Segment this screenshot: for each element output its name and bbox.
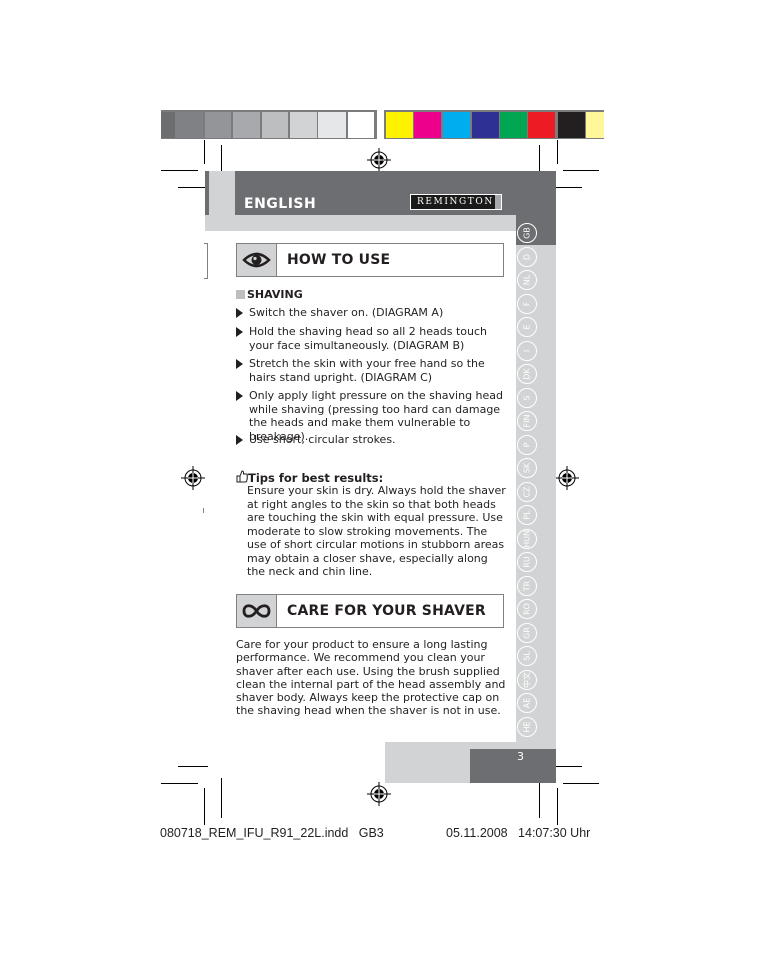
language-tab-cz[interactable]: CZ — [517, 481, 537, 502]
gray-swatch — [233, 112, 260, 138]
eye-icon — [242, 252, 271, 268]
language-tab-ro[interactable]: RO — [517, 599, 537, 619]
left-edge-strip — [205, 171, 209, 216]
gray-swatch — [175, 112, 203, 138]
care-header: CARE FOR YOUR SHAVER — [236, 594, 504, 628]
language-tab-sl[interactable]: SL — [517, 646, 537, 666]
language-tab-f[interactable]: F — [517, 293, 537, 314]
color-swatch — [528, 112, 555, 138]
language-heading: ENGLISH — [244, 196, 317, 212]
language-tab-s[interactable]: S — [517, 387, 537, 408]
language-tab-cn[interactable]: 中文 — [517, 669, 537, 690]
square-bullet-icon — [236, 290, 245, 299]
language-tab-gb[interactable]: GB — [517, 223, 537, 243]
language-tab-d[interactable]: D — [517, 246, 537, 267]
language-tab-nl[interactable]: NL — [517, 270, 537, 290]
tips-heading: Tips for best results: — [236, 470, 383, 485]
triangle-bullet-icon — [236, 391, 243, 401]
triangle-bullet-icon — [236, 359, 243, 369]
care-title: CARE FOR YOUR SHAVER — [287, 603, 486, 619]
page-number-panel — [470, 749, 556, 783]
registration-mark-icon — [181, 466, 205, 490]
language-tab-pl[interactable]: PL — [517, 505, 537, 525]
language-tab-ae[interactable]: AE — [517, 693, 537, 713]
language-tab-e[interactable]: E — [517, 317, 537, 337]
color-swatch — [586, 112, 604, 138]
language-tab-tr[interactable]: TR — [517, 575, 537, 596]
how-to-use-title: HOW TO USE — [287, 252, 391, 268]
triangle-bullet-icon — [236, 327, 243, 337]
brand-name: REMINGTON — [417, 197, 494, 207]
page-number: 3 — [517, 750, 524, 763]
language-tab-fin[interactable]: FIN — [517, 411, 537, 431]
language-tab-i[interactable]: I — [517, 340, 537, 361]
language-tab-dk[interactable]: DK — [517, 364, 537, 384]
how-to-use-header: HOW TO USE — [236, 243, 504, 277]
header-underband — [205, 215, 517, 231]
language-tab-p[interactable]: P — [517, 434, 537, 455]
registration-mark-icon — [367, 148, 391, 172]
color-swatch — [472, 112, 499, 138]
gray-swatch — [262, 112, 288, 138]
language-tab-he[interactable]: HE — [517, 716, 537, 737]
color-swatch — [386, 112, 413, 138]
care-body: Care for your product to ensure a long l… — [236, 638, 506, 718]
gray-swatch — [348, 112, 374, 138]
color-swatch — [414, 112, 441, 138]
color-swatch — [500, 112, 527, 138]
print-slug-file: 080718_REM_IFU_R91_22L.indd GB3 — [160, 826, 384, 840]
shaving-subheading: SHAVING — [236, 288, 303, 301]
gray-swatch — [161, 112, 175, 138]
color-swatch — [443, 112, 470, 138]
language-tab-gr[interactable]: GR — [517, 622, 537, 643]
gray-swatch — [318, 112, 346, 138]
thumbs-up-icon — [236, 470, 248, 483]
gray-swatch — [290, 112, 317, 138]
language-tab-sk[interactable]: SK — [517, 458, 537, 478]
registration-mark-icon — [367, 782, 391, 806]
gray-swatch — [205, 112, 231, 138]
print-slug-datetime: 05.11.2008 14:07:30 Uhr — [446, 826, 591, 840]
language-tab-ru[interactable]: RU — [517, 552, 537, 572]
triangle-bullet-icon — [236, 435, 243, 445]
brand-logo: REMINGTON — [410, 194, 502, 210]
language-tab-hun[interactable]: HUN — [517, 528, 537, 549]
color-swatch — [558, 112, 585, 138]
registration-mark-icon — [555, 466, 579, 490]
stray-mark — [203, 508, 204, 513]
left-bracket — [204, 243, 208, 279]
tips-body: Ensure your skin is dry. Always hold the… — [247, 484, 506, 578]
triangle-bullet-icon — [236, 308, 243, 318]
infinity-icon — [242, 604, 271, 618]
